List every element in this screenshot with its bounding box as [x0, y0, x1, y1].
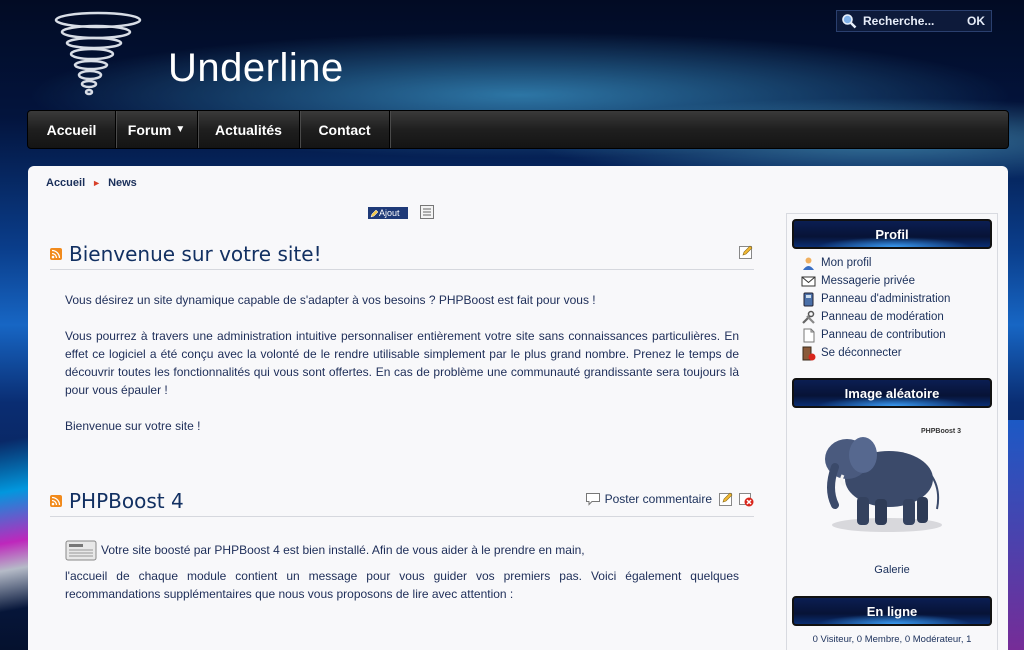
profile-panel-header: Profil: [792, 219, 992, 249]
profile-link-label: Messagerie privée: [821, 275, 915, 287]
article-title[interactable]: Bienvenue sur votre site!: [69, 242, 322, 266]
profile-link-deconnexion[interactable]: Se déconnecter: [801, 344, 950, 362]
pencil-icon: [370, 209, 379, 217]
nav-item-contact[interactable]: Contact: [300, 111, 390, 148]
nav-item-label: Forum: [127, 121, 172, 138]
rss-icon[interactable]: [50, 247, 62, 260]
profile-menu: Mon profil Messagerie privée Panneau d'a…: [801, 254, 950, 362]
user-icon: [803, 257, 814, 270]
article-paragraph: Vous pourrez à travers une administratio…: [65, 329, 739, 397]
rss-icon[interactable]: [50, 494, 62, 507]
envelope-icon: [801, 276, 816, 286]
nav-item-forum[interactable]: Forum ▼: [116, 111, 198, 148]
profile-link-administration[interactable]: Panneau d'administration: [801, 290, 950, 308]
tools-icon: [802, 310, 815, 324]
news-article: PHPBoost 4 Poster commentaire Votre site…: [50, 485, 754, 621]
breadcrumb-item-accueil[interactable]: Accueil: [46, 177, 85, 189]
article-header: PHPBoost 4 Poster commentaire: [50, 485, 754, 517]
profile-link-label: Panneau d'administration: [821, 293, 951, 305]
search-box: OK: [836, 10, 992, 32]
article-intro-text: Votre site boosté par PHPBoost 4 est bie…: [101, 543, 585, 557]
comment-icon[interactable]: [585, 492, 601, 506]
logout-icon: [802, 346, 816, 360]
nav-item-label: Contact: [318, 121, 371, 138]
profile-link-mon-profil[interactable]: Mon profil: [801, 254, 950, 272]
post-comment-link[interactable]: Poster commentaire: [605, 492, 712, 506]
article-body: Vous désirez un site dynamique capable d…: [50, 270, 754, 435]
gallery-watermark: PHPBoost 3: [921, 428, 961, 435]
profile-link-contribution[interactable]: Panneau de contribution: [801, 326, 950, 344]
online-panel-header: En ligne: [792, 596, 992, 626]
nav-item-accueil[interactable]: Accueil: [28, 111, 116, 148]
profile-link-label: Mon profil: [821, 257, 872, 269]
nav-item-actualites[interactable]: Actualités: [198, 111, 300, 148]
search-input[interactable]: [863, 14, 963, 28]
main-content: Accueil ► News Ajout Bienvenue sur votre s…: [28, 166, 1008, 650]
article-body: Votre site boosté par PHPBoost 4 est bie…: [50, 517, 754, 603]
profile-link-label: Panneau de modération: [821, 311, 944, 323]
breadcrumb-separator-icon: ►: [92, 178, 102, 188]
profile-link-label: Panneau de contribution: [821, 329, 946, 341]
list-icon[interactable]: [419, 204, 435, 220]
breadcrumb-item-news[interactable]: News: [108, 177, 137, 189]
admin-icon: [803, 292, 814, 306]
elephant-gallery-image[interactable]: PHPBoost 3: [817, 419, 967, 534]
news-article: Bienvenue sur votre site! Vous désirez u…: [50, 238, 754, 453]
document-icon: [803, 328, 815, 342]
gallery-link[interactable]: Galerie: [787, 564, 997, 576]
newspaper-icon: [65, 540, 97, 561]
random-image-panel-header: Image aléatoire: [792, 378, 992, 408]
nav-item-label: Accueil: [46, 121, 97, 138]
delete-icon[interactable]: [738, 491, 754, 507]
breadcrumb: Accueil ► News: [46, 177, 137, 189]
edit-icon[interactable]: [718, 491, 734, 507]
caret-down-icon: ▼: [175, 124, 186, 135]
edit-icon[interactable]: [738, 244, 754, 260]
article-paragraph: l'accueil de chaque module contient un m…: [65, 569, 739, 601]
sidebar: Profil Mon profil Messagerie privée Pann…: [786, 213, 998, 650]
profile-link-messagerie[interactable]: Messagerie privée: [801, 272, 950, 290]
article-header: Bienvenue sur votre site!: [50, 238, 754, 270]
add-news-button[interactable]: Ajout: [368, 207, 408, 219]
profile-link-moderation[interactable]: Panneau de modération: [801, 308, 950, 326]
add-news-label: Ajout: [379, 208, 400, 218]
main-nav: Accueil Forum ▼ Actualités Contact: [27, 110, 1009, 149]
article-paragraph: Bienvenue sur votre site !: [65, 419, 201, 433]
online-summary: 0 Visiteur, 0 Membre, 0 Modérateur, 1: [812, 634, 972, 645]
article-actions: Poster commentaire: [585, 491, 754, 507]
profile-link-label: Se déconnecter: [821, 347, 902, 359]
tornado-logo-icon[interactable]: [52, 10, 144, 98]
search-submit-button[interactable]: OK: [967, 14, 985, 28]
nav-item-label: Actualités: [215, 121, 282, 138]
article-paragraph: Vous désirez un site dynamique capable d…: [65, 293, 596, 307]
site-title[interactable]: Underline: [168, 46, 344, 91]
article-actions: [738, 244, 754, 260]
article-intro: Votre site boosté par PHPBoost 4 est bie…: [65, 539, 739, 561]
search-icon: [842, 14, 857, 29]
article-title[interactable]: PHPBoost 4: [69, 489, 184, 513]
